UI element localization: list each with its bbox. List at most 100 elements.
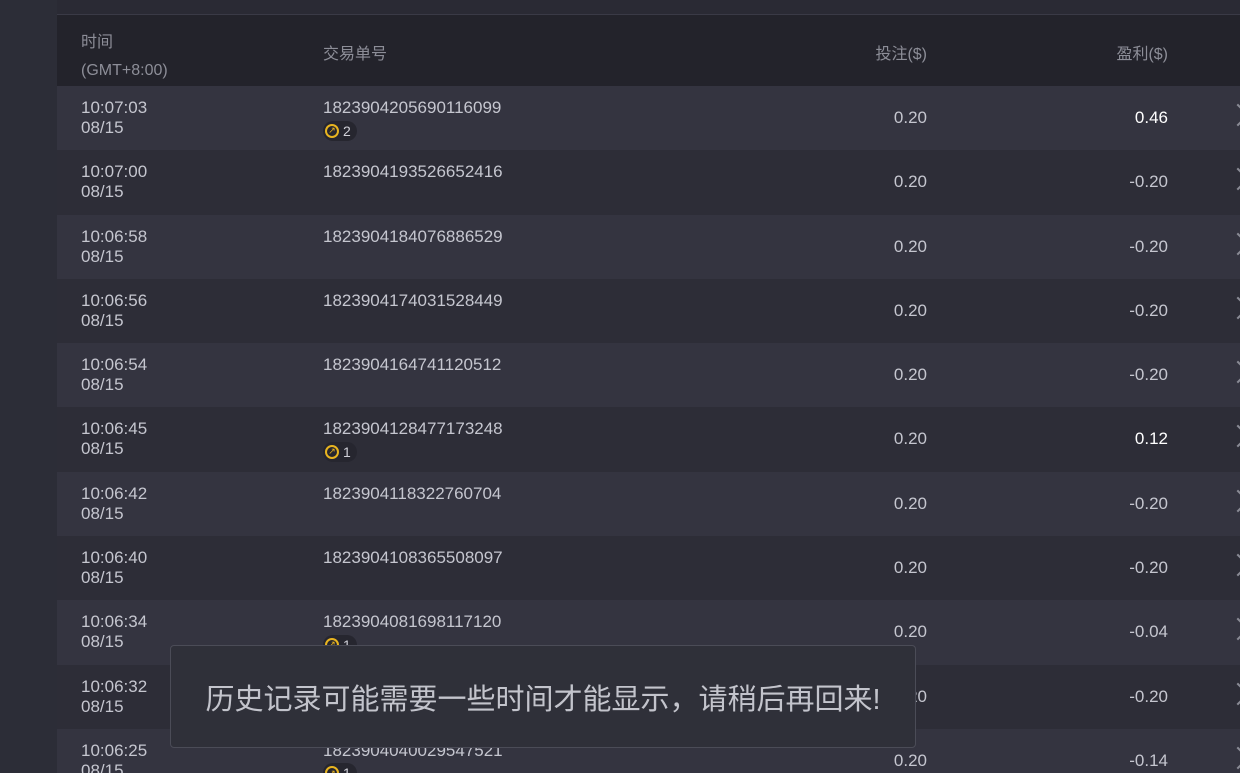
row-time-value: 10:06:45 [81,419,148,439]
chevron-right-icon[interactable] [1226,746,1240,770]
row-order-id-value: 1823904174031528449 [323,290,503,310]
row-time-value: 10:06:56 [81,290,148,310]
row-time: 10:06:54 08/15 [81,355,147,395]
row-date-value: 08/15 [81,182,124,202]
row-date-value: 08/15 [81,310,124,330]
row-time-value: 10:06:54 [81,355,148,375]
row-order-id: 1823904118322760704 [323,484,501,504]
chevron-right-icon[interactable] [1226,425,1240,448]
table-row[interactable]: 10:06:45 08/15 1823904128477173248 ↗ 1 0.20 0.… [57,407,1240,472]
chevron-right-icon[interactable] [1226,360,1240,384]
top-strip [57,0,1240,15]
toast-notice: 历史记录可能需要一些时间才能显示，请稍后再回来! [170,645,916,748]
left-rail [0,0,57,773]
header-time-label: 时间 [81,34,114,51]
row-order-id: 1823904205690116099 ↗ 2 [323,98,501,141]
row-profit: -0.20 [1129,493,1168,513]
row-time: 10:07:03 08/15 [81,98,147,138]
row-date-value: 08/15 [81,246,124,266]
chevron-right-icon[interactable] [1226,489,1240,513]
row-date-value: 08/15 [81,503,124,523]
row-time: 10:06:32 08/15 [81,677,147,717]
row-profit: -0.20 [1129,365,1168,385]
free-spin-badge: ↗ 2 [323,120,357,141]
row-order-id-value: 1823904108365508097 [323,548,503,568]
row-time-value: 10:06:32 [81,676,148,696]
row-order-id-value: 1823904128477173248 [323,419,503,439]
free-spin-icon: ↗ [325,444,339,459]
row-order-id-value: 1823904193526652416 [323,162,503,182]
free-spin-badge: ↗1 [323,441,357,462]
row-order-id-value: 1823904118322760704 [323,483,502,503]
chevron-right-icon[interactable] [1226,682,1240,705]
row-bet: 0.20 [893,429,927,449]
row-time-value: 10:06:40 [81,548,148,568]
row-order-id: 1823904128477173248 ↗ 1 [323,419,503,462]
row-time-value: 10:06:42 [81,483,148,503]
row-time: 10:06:45 08/15 [81,419,147,459]
header-bet-label: 投注($) [875,46,927,63]
row-time-value: 10:07:03 [81,98,148,117]
header-profit-label: 盈利($) [1116,46,1168,63]
table-row[interactable]: 10:06:58 08/15 1823904184076886529 0.20 -0.2… [57,214,1240,279]
free-spin-icon: ↗ [325,766,339,773]
row-bet: 0.20 [893,493,927,513]
row-profit: -0.20 [1129,172,1168,192]
table-row[interactable]: 10:07:00 08/15 1823904193526652416 0.20 -0.2… [57,150,1240,215]
row-order-id-value: 1823904164741120512 [323,355,502,375]
row-bet: 0.20 [893,365,927,385]
row-order-id: 1823904108365508097 [323,548,503,568]
row-date-value: 08/15 [81,760,124,773]
row-time-value: 10:06:25 [81,740,148,760]
row-time-value: 10:07:00 [81,162,148,182]
row-order-id-value: 1823904184076886529 [323,226,503,246]
row-order-id: 1823904193526652416 [323,162,503,182]
row-date-value: 08/15 [81,632,124,652]
row-time: 10:06:56 08/15 [81,291,147,331]
toast-message: 历史记录可能需要一些时间才能显示，请稍后再回来! [205,683,881,716]
row-time: 10:07:00 08/15 [81,162,147,202]
row-time: 10:06:42 08/15 [81,484,147,524]
row-date-value: 08/15 [81,439,124,459]
row-time-value: 10:06:58 [81,226,148,246]
row-bet: 0.20 [893,622,927,642]
free-spin-count: 2 [343,122,351,139]
row-order-id: 1823904184076886529 [323,227,503,247]
row-profit: -0.20 [1129,300,1168,320]
row-time: 10:06:58 08/15 [81,227,147,267]
table-row[interactable]: 10:06:56 08/15 1823904174031528449 0.20 -0.2… [57,278,1240,344]
row-bet: 0.20 [893,236,927,256]
row-profit: -0.20 [1129,686,1168,706]
row-order-id: 1823904174031528449 [323,291,503,311]
table-row[interactable]: 10:06:42 08/15 1823904118322760704 0.20 -0.2… [57,471,1240,537]
chevron-right-icon[interactable] [1226,103,1240,127]
table-row[interactable]: 10:06:40 08/15 1823904108365508097 0.20 -0.2… [57,536,1240,601]
row-bet: 0.20 [893,558,927,578]
row-profit: -0.04 [1129,622,1168,642]
chevron-right-icon[interactable] [1226,232,1240,255]
row-bet: 0.20 [893,300,927,320]
free-spin-badge: ↗1 [323,763,357,773]
row-time: 10:06:40 08/15 [81,548,147,588]
row-order-id-value: 1823904205690116099 [323,98,502,117]
row-order-id: 1823904164741120512 [323,355,501,375]
chevron-right-icon[interactable] [1226,296,1240,320]
row-time: 10:06:25 08/15 [81,741,147,773]
header-id-label: 交易单号 [323,46,388,63]
chevron-right-icon[interactable] [1226,167,1240,191]
free-spin-count: 1 [343,443,351,460]
row-date-value: 08/15 [81,696,124,716]
table-row[interactable]: 10:07:03 08/15 1823904205690116099 ↗ 2 0.20 0.… [57,86,1240,151]
chevron-right-icon[interactable] [1226,553,1240,577]
row-date-value: 08/15 [81,375,124,395]
chevron-right-icon[interactable] [1226,618,1240,641]
row-profit: -0.20 [1129,558,1168,578]
row-time: 10:06:34 08/15 [81,612,147,652]
table-row[interactable]: 10:06:54 08/15 1823904164741120512 0.20 -0.2… [57,343,1240,408]
row-date-value: 08/15 [81,118,124,137]
free-spin-count: 1 [343,763,351,773]
row-time-value: 10:06:34 [81,612,148,632]
row-bet: 0.20 [893,172,927,192]
row-profit: -0.20 [1129,236,1168,256]
table-header: 时间 (GMT+8:00) 交易单号 投注($) 盈利($) [57,15,1240,85]
